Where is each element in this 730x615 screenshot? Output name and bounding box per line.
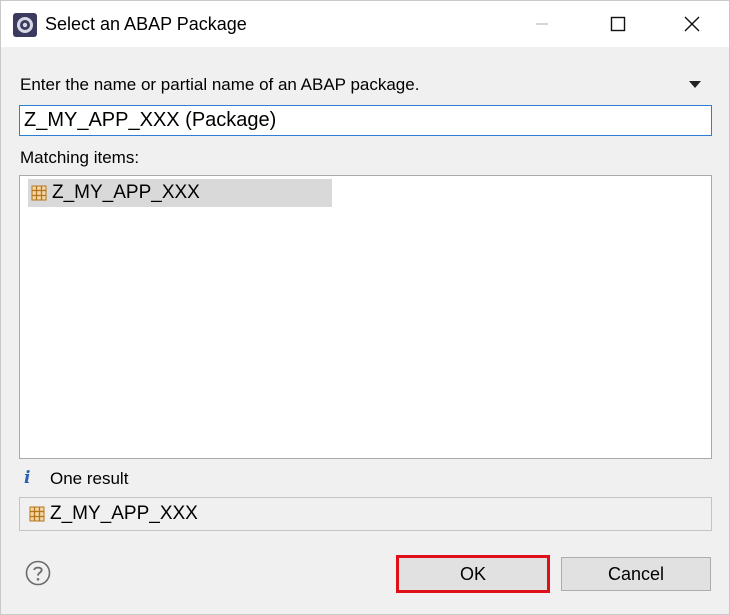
minimize-icon [536,23,548,25]
close-icon [684,16,700,32]
title-bar: Select an ABAP Package [1,1,729,47]
close-button[interactable] [669,1,715,47]
help-icon[interactable] [25,560,51,586]
search-prompt-label: Enter the name or partial name of an ABA… [20,75,420,94]
cancel-button[interactable]: Cancel [561,557,711,591]
window-title: Select an ABAP Package [45,14,247,34]
dropdown-triangle-icon[interactable] [689,81,701,88]
matching-items-label: Matching items: [20,148,140,167]
list-item-label: Z_MY_APP_XXX [52,182,200,203]
package-icon [31,185,47,201]
result-count-label: One result [50,469,129,488]
maximize-button[interactable] [595,1,641,47]
info-icon: i [24,468,31,488]
package-icon [29,506,45,522]
package-search-input[interactable] [19,105,712,136]
detail-label: Z_MY_APP_XXX [50,503,198,524]
list-item[interactable]: Z_MY_APP_XXX [28,179,332,207]
minimize-button[interactable] [519,1,565,47]
dialog-window: Select an ABAP Package Enter the name or… [0,0,730,615]
ok-button[interactable]: OK [396,555,550,593]
matching-items-list[interactable]: Z_MY_APP_XXX [19,175,712,459]
selected-detail-field: Z_MY_APP_XXX [19,497,712,531]
eclipse-gear-icon [13,13,37,37]
maximize-icon [610,16,626,32]
